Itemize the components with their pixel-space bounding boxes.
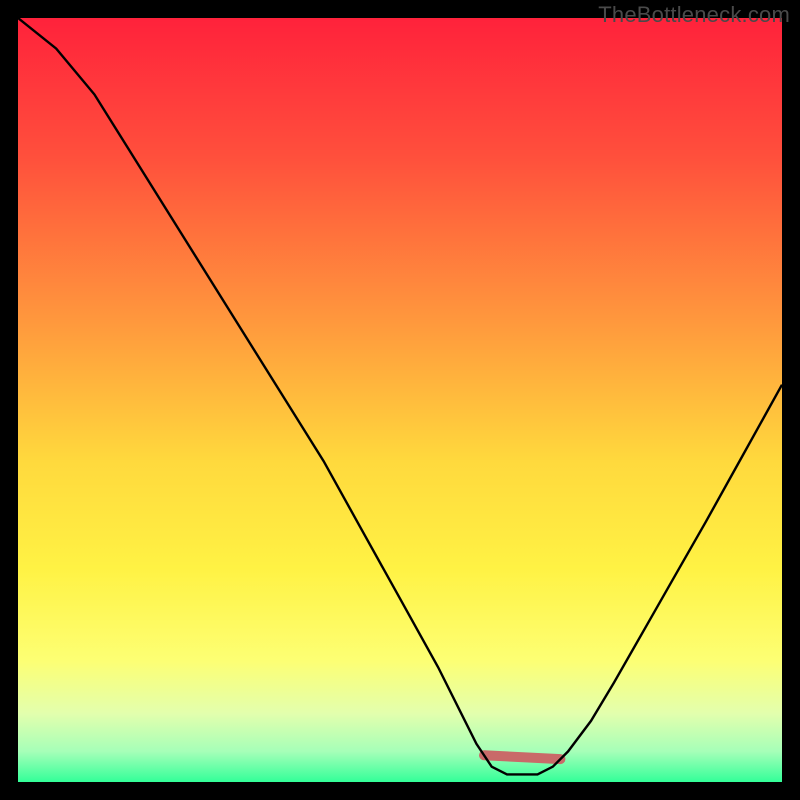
bottleneck-chart [18,18,782,782]
chart-background [18,18,782,782]
watermark-text: TheBottleneck.com [598,2,790,28]
flat-band-highlight [484,755,560,759]
